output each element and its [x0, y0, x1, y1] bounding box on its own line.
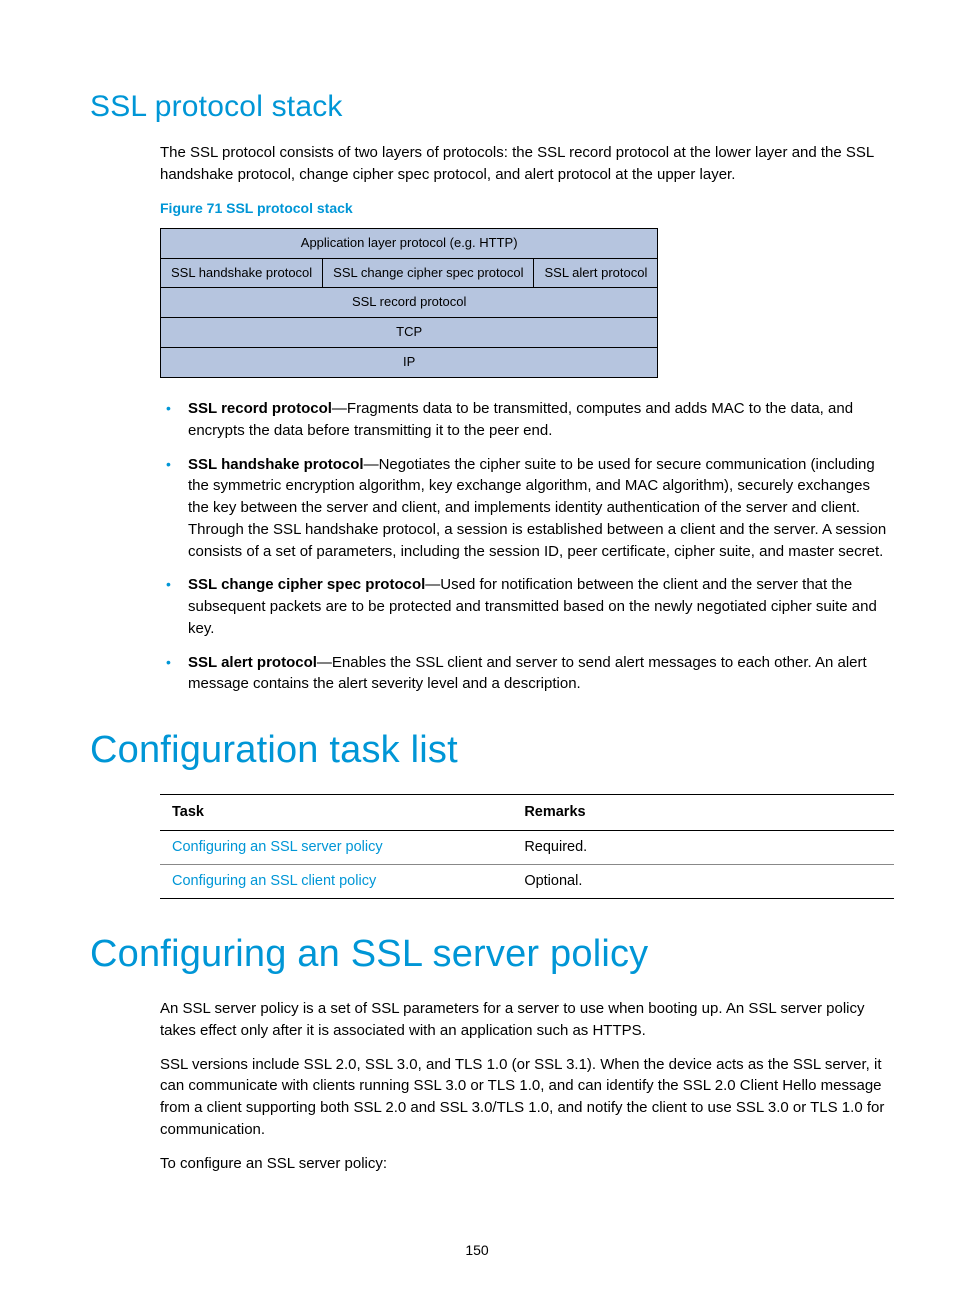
bullet-handshake: SSL handshake protocol—Negotiates the ci… [160, 454, 894, 563]
protocol-stack-diagram: Application layer protocol (e.g. HTTP) S… [160, 228, 658, 378]
bullet-alert: SSL alert protocol—Enables the SSL clien… [160, 652, 894, 696]
bullet-change-cipher: SSL change cipher spec protocol—Used for… [160, 574, 894, 639]
intro-paragraph: The SSL protocol consists of two layers … [160, 142, 894, 186]
table-row: Configuring an SSL server policy Require… [160, 831, 894, 865]
heading-configuring-ssl-server-policy: Configuring an SSL server policy [90, 933, 894, 976]
paragraph: SSL versions include SSL 2.0, SSL 3.0, a… [160, 1054, 894, 1141]
bullet-term: SSL handshake protocol [188, 456, 364, 473]
stack-record: SSL record protocol [161, 288, 658, 318]
bullet-term: SSL record protocol [188, 400, 332, 417]
bullet-record: SSL record protocol—Fragments data to be… [160, 398, 894, 442]
remarks-cell: Optional. [512, 865, 894, 899]
paragraph: To configure an SSL server policy: [160, 1153, 894, 1175]
section2-body: Task Remarks Configuring an SSL server p… [160, 794, 894, 899]
link-ssl-client-policy[interactable]: Configuring an SSL client policy [172, 873, 376, 889]
stack-change-cipher: SSL change cipher spec protocol [323, 258, 534, 288]
link-ssl-server-policy[interactable]: Configuring an SSL server policy [172, 839, 383, 855]
page: SSL protocol stack The SSL protocol cons… [0, 0, 954, 1296]
bullet-term: SSL alert protocol [188, 654, 317, 671]
heading-ssl-protocol-stack: SSL protocol stack [90, 90, 894, 124]
page-number: 150 [0, 1242, 954, 1258]
stack-alert: SSL alert protocol [534, 258, 658, 288]
table-row: Configuring an SSL client policy Optiona… [160, 865, 894, 899]
stack-tcp: TCP [161, 318, 658, 348]
remarks-cell: Required. [512, 831, 894, 865]
task-head-task: Task [160, 795, 512, 831]
heading-config-task-list: Configuration task list [90, 729, 894, 772]
task-head-remarks: Remarks [512, 795, 894, 831]
stack-ip: IP [161, 348, 658, 378]
task-table: Task Remarks Configuring an SSL server p… [160, 794, 894, 899]
stack-app-layer: Application layer protocol (e.g. HTTP) [161, 228, 658, 258]
section3-body: An SSL server policy is a set of SSL par… [160, 998, 894, 1174]
stack-handshake: SSL handshake protocol [161, 258, 323, 288]
protocol-bullets: SSL record protocol—Fragments data to be… [160, 398, 894, 695]
section1-body: The SSL protocol consists of two layers … [160, 142, 894, 695]
bullet-term: SSL change cipher spec protocol [188, 576, 425, 593]
paragraph: An SSL server policy is a set of SSL par… [160, 998, 894, 1042]
figure-caption: Figure 71 SSL protocol stack [160, 198, 894, 218]
